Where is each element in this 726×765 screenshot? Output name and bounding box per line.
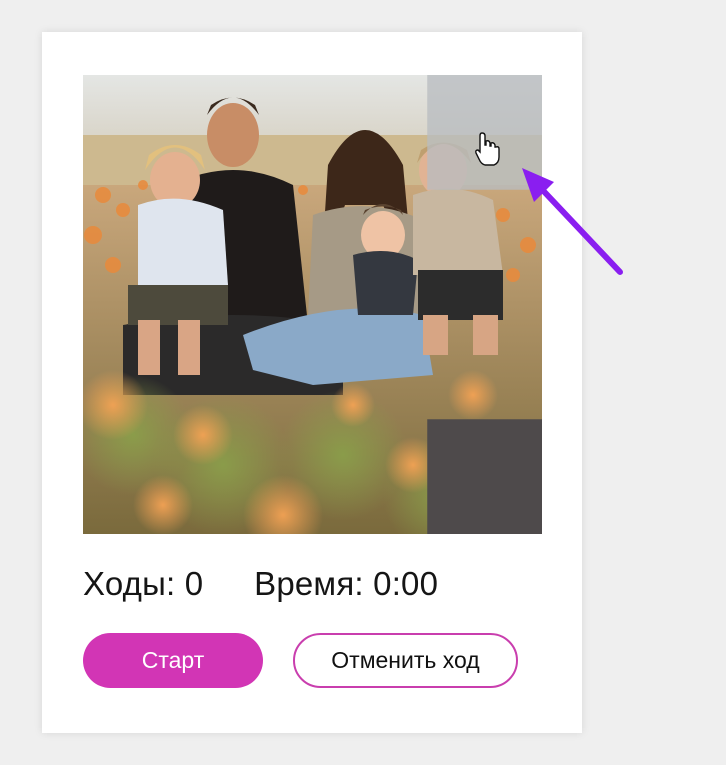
puzzle-empty-tile — [427, 419, 542, 534]
moves-value: 0 — [184, 565, 204, 602]
arrow-icon — [522, 168, 623, 275]
time-value: 0:00 — [373, 565, 439, 602]
time-label: Время: — [254, 565, 364, 602]
start-button[interactable]: Старт — [83, 633, 263, 688]
undo-move-button[interactable]: Отменить ход — [293, 633, 518, 688]
puzzle-card: Ходы: 0 Время: 0:00 Старт Отменить ход — [42, 32, 582, 733]
moves-label: Ходы: — [83, 565, 176, 602]
puzzle-board[interactable] — [83, 75, 542, 534]
game-stats: Ходы: 0 Время: 0:00 — [83, 565, 438, 605]
puzzle-image — [83, 75, 542, 534]
